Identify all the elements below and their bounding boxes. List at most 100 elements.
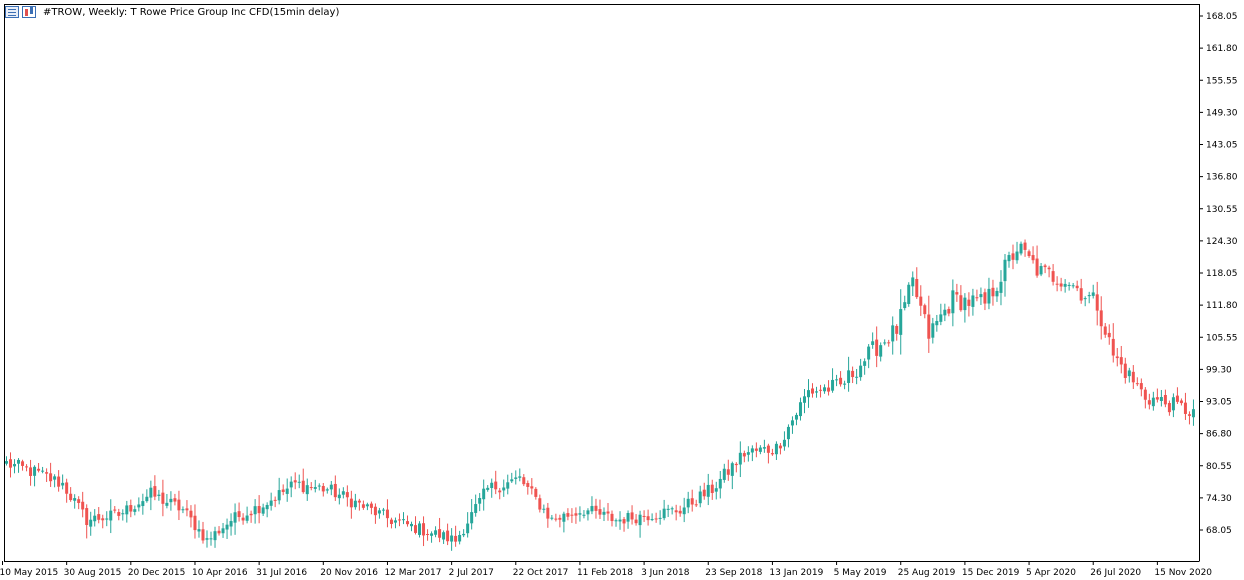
candle-bull: [786, 426, 790, 440]
candle-bear: [333, 483, 337, 498]
candle-bear: [526, 483, 530, 487]
candle-bear: [237, 511, 241, 518]
date-tick-label: 3 Jun 2018: [641, 568, 690, 578]
candle-bull: [297, 481, 301, 483]
price-tick-label: 130.55: [1206, 205, 1238, 215]
candle-bear: [766, 445, 770, 453]
candle-bear: [494, 481, 498, 490]
candle-bull: [289, 481, 293, 488]
date-tick-label: 20 Dec 2015: [128, 568, 186, 578]
candle-bear: [357, 500, 361, 503]
candle-bear: [1135, 383, 1139, 385]
price-tick-label: 68.05: [1206, 526, 1232, 536]
candle-bear: [1103, 326, 1107, 335]
candle-bull: [578, 513, 582, 515]
candle-bear: [983, 292, 987, 304]
candle-bear: [153, 486, 157, 497]
candle-bull: [474, 504, 478, 513]
candle-bull: [482, 488, 486, 500]
candle-bull: [229, 521, 233, 527]
candle-bear: [85, 508, 89, 526]
candle-bull: [462, 533, 466, 536]
candle-bear: [373, 506, 377, 516]
candle-bear: [406, 521, 409, 525]
candle-bull: [197, 529, 201, 532]
candle-bear: [967, 299, 971, 306]
candle-bear: [81, 501, 85, 510]
candle-bear: [634, 519, 638, 524]
candle-bull: [470, 512, 474, 524]
candle-bull: [514, 477, 518, 479]
candle-bear: [69, 493, 73, 501]
candle-bear: [570, 514, 574, 516]
candle-bear: [345, 492, 349, 498]
candle-bull: [17, 459, 21, 464]
candle-bull: [911, 277, 915, 287]
candle-bull: [213, 531, 217, 541]
candlestick-chart[interactable]: 168.05 161.80 155.55 149.30 143.05 136.80 130.…: [0, 0, 1244, 580]
candle-bear: [678, 510, 682, 514]
candle-bear: [129, 505, 133, 512]
price-tick-label: 124.30: [1206, 237, 1238, 247]
date-tick-label: 2 Jul 2017: [449, 568, 494, 578]
candle-bull: [377, 510, 381, 514]
candle-bull: [823, 387, 827, 392]
candle-bull: [1067, 284, 1071, 286]
candle-bull: [145, 496, 149, 502]
candle-bull: [325, 489, 329, 491]
candle-bull: [867, 346, 871, 360]
date-tick-label: 13 Jan 2019: [769, 568, 823, 578]
candle-bull: [899, 309, 903, 335]
candle-bear: [546, 507, 550, 519]
candle-bull: [165, 502, 169, 506]
candle-bull: [442, 532, 446, 540]
candle-bear: [594, 505, 598, 511]
candle-bull: [33, 466, 37, 476]
candle-bear: [438, 529, 442, 538]
candle-bull: [478, 497, 482, 504]
candle-bull: [542, 508, 546, 510]
candle-bear: [887, 342, 891, 344]
candle-bull: [638, 514, 642, 526]
candle-bear: [189, 510, 193, 518]
candle-bull: [317, 485, 321, 487]
candle-bear: [241, 517, 245, 521]
candle-bear: [754, 448, 758, 451]
candle-bull: [815, 391, 819, 393]
date-tick-label: 20 Nov 2016: [320, 568, 378, 578]
candle-bull: [1019, 243, 1023, 254]
candle-bull: [109, 510, 113, 521]
date-tick-label: 25 Aug 2019: [898, 568, 956, 578]
candle-bull: [891, 325, 895, 342]
candle-bear: [811, 388, 815, 394]
candle-bull: [831, 379, 835, 391]
candle-bull: [666, 508, 670, 510]
candle-bull: [999, 281, 1003, 293]
candle-bear: [654, 518, 658, 520]
candle-bear: [702, 489, 706, 497]
candles-layer: [5, 239, 1195, 551]
candle-bear: [530, 486, 534, 489]
date-axis: 10 May 2015 30 Aug 2015 20 Dec 2015 10 Apr …: [0, 561, 1212, 578]
candle-bull: [738, 452, 742, 465]
candle-bull: [141, 501, 145, 507]
candle-bull: [518, 476, 522, 478]
candle-bull: [790, 420, 794, 426]
candle-bear: [646, 516, 650, 521]
candle-bull: [5, 461, 8, 464]
candle-bear: [574, 513, 578, 516]
candle-bear: [875, 339, 879, 356]
candle-bull: [209, 538, 213, 540]
candle-bull: [1063, 283, 1067, 287]
candle-bull: [1083, 298, 1087, 300]
candle-bull: [686, 498, 690, 508]
candle-bull: [490, 482, 494, 489]
candle-bear: [9, 459, 13, 468]
candle-bull: [53, 476, 57, 480]
candle-bull: [341, 491, 345, 495]
candle-bear: [1051, 271, 1055, 282]
candle-bull: [802, 396, 806, 403]
candle-bear: [1155, 397, 1159, 400]
date-tick-label: 26 Jul 2020: [1090, 568, 1141, 578]
candle-bull: [486, 487, 490, 490]
